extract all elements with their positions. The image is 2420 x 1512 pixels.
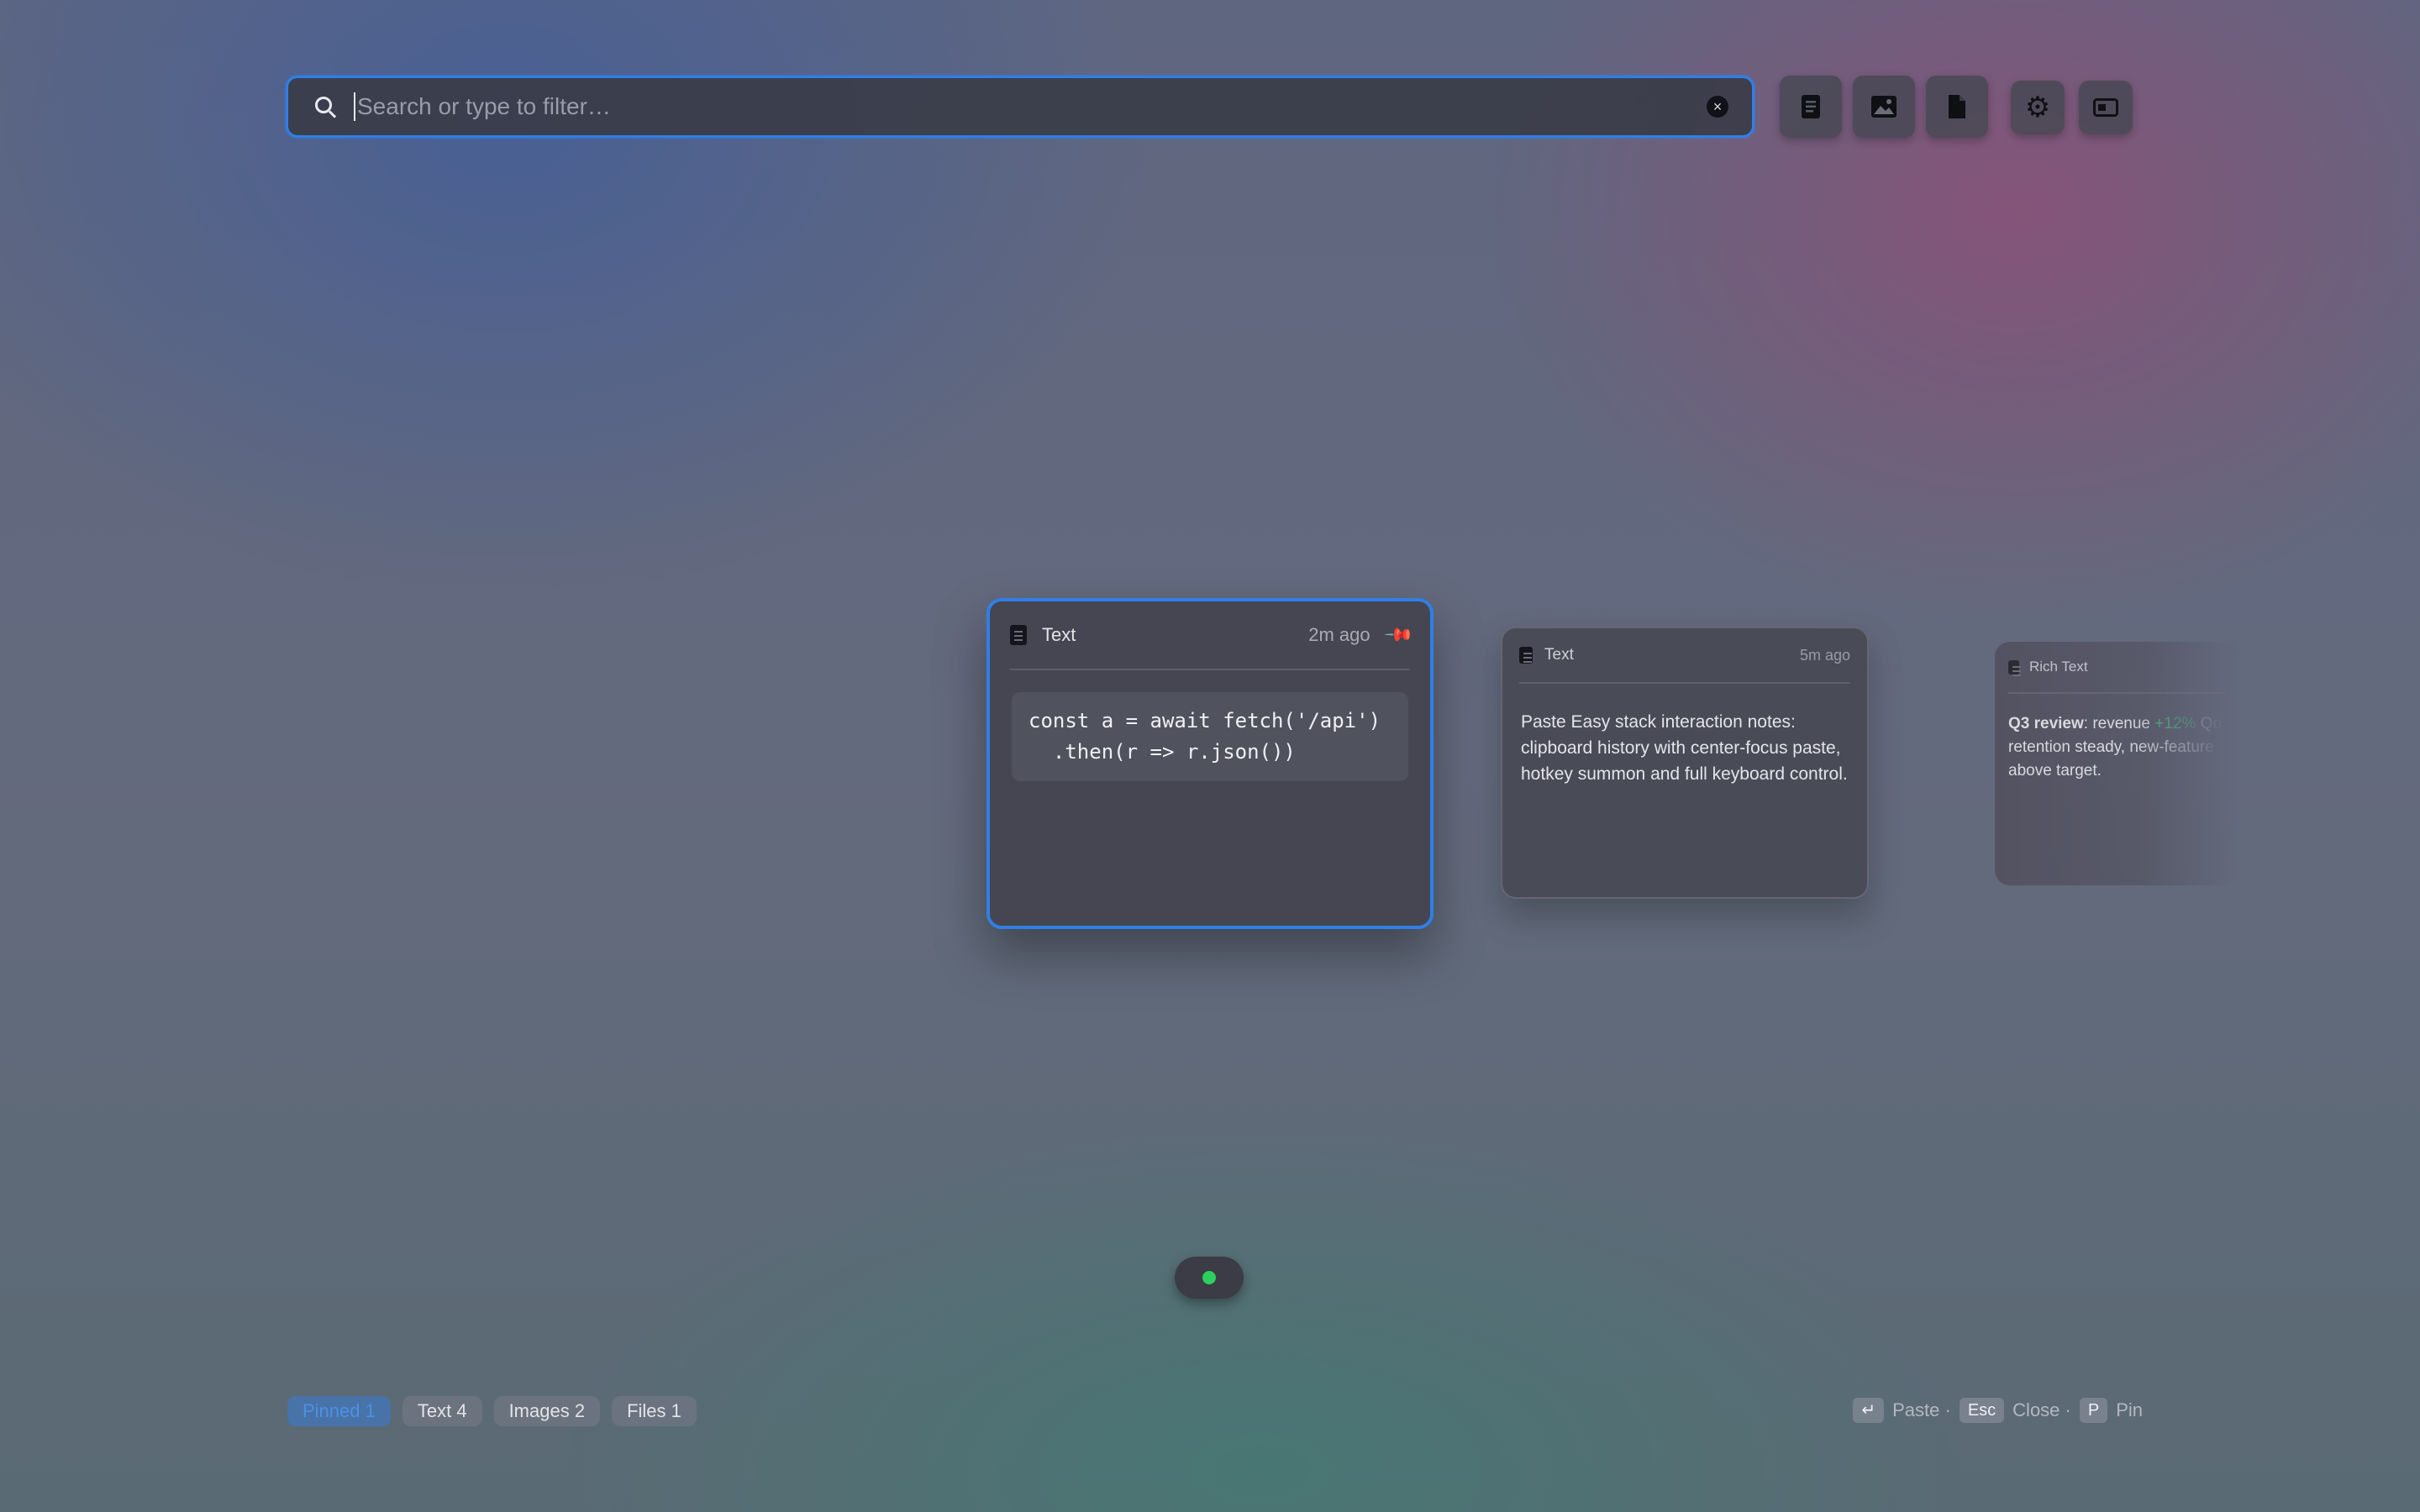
esc-key: Esc [1959, 1398, 2005, 1423]
card-text-preview: Paste Easy stack interaction notes: clip… [1521, 712, 1848, 784]
gear-icon: ⚙ [2024, 92, 2051, 123]
image-icon [1871, 96, 1897, 118]
document-text-icon [1010, 625, 1027, 645]
clip-card-focused[interactable]: Text 2m ago 📌 const a = await fetch('/ap… [986, 598, 1434, 929]
search-bar[interactable]: × [286, 76, 1754, 138]
card-type-label: Text [1544, 646, 1574, 664]
rich-text: QoQ, [2196, 715, 2238, 732]
search-input[interactable] [354, 92, 1707, 121]
card-type-label: Text [1042, 624, 1076, 645]
status-dot [1202, 1271, 1216, 1284]
document-text-icon [1802, 95, 1820, 118]
card-header: Text 5m ago [1519, 628, 1850, 684]
pin-icon[interactable]: 📌 [1382, 619, 1414, 651]
file-icon [2008, 659, 2021, 675]
text-filter-button[interactable] [1780, 76, 1842, 138]
window-icon [2093, 98, 2118, 117]
shortcut-label: Close · [2012, 1399, 2071, 1420]
window-mode-button[interactable] [2079, 81, 2133, 134]
file-filter-button[interactable] [1926, 76, 1988, 138]
clear-icon[interactable]: × [1707, 96, 1728, 118]
status-indicator[interactable] [1175, 1257, 1244, 1299]
card-richtext-preview: Q3 review: revenue +12% QoQ, retention s… [2008, 712, 2238, 783]
card-timestamp: 5m ago [1799, 646, 1850, 664]
rich-text: retention steady, new-feature [2008, 738, 2214, 756]
search-icon [313, 95, 337, 118]
settings-button[interactable]: ⚙ [2011, 81, 2065, 134]
rich-bold-text: Q3 review [2008, 715, 2084, 732]
rich-text: : revenue [2083, 715, 2155, 732]
shortcut-label: Pin [2116, 1399, 2143, 1420]
rich-text: above target. [2008, 762, 2102, 780]
code-line: const a = await fetch('/api') [1028, 709, 1381, 732]
pin-key: P [2079, 1398, 2108, 1423]
image-filter-button[interactable] [1853, 76, 1915, 138]
filter-chip-images[interactable]: Images 2 [493, 1396, 601, 1426]
card-type-label: Rich Text [2029, 659, 2088, 675]
shortcut-label: Paste · [1892, 1399, 1951, 1420]
filter-chip-pinned[interactable]: Pinned 1 [287, 1396, 391, 1426]
clip-card[interactable]: Rich Text Q3 review: revenue +12% QoQ, r… [1995, 642, 2238, 885]
file-icon [1949, 95, 1965, 118]
filter-chips: Pinned 1 Text 4 Images 2 Files 1 [287, 1396, 697, 1426]
filter-chip-text[interactable]: Text 4 [402, 1396, 482, 1426]
code-preview: const a = await fetch('/api') .then(r =>… [1012, 692, 1408, 781]
card-timestamp: 2m ago [1308, 624, 1370, 645]
card-header: Text 2m ago 📌 [1010, 601, 1414, 670]
shortcut-hints: ↵ Paste · Esc Close · P Pin [1853, 1398, 2143, 1423]
code-line: .then(r => r.json()) [1028, 740, 1296, 764]
card-header: Rich Text [2008, 642, 2225, 694]
document-text-icon [1519, 647, 1533, 664]
rich-highlight-text: +12% [2154, 715, 2196, 732]
clip-card[interactable]: Text 5m ago Paste Easy stack interaction… [1501, 627, 1869, 899]
filter-chip-files[interactable]: Files 1 [612, 1396, 697, 1426]
enter-key: ↵ [1853, 1398, 1885, 1423]
